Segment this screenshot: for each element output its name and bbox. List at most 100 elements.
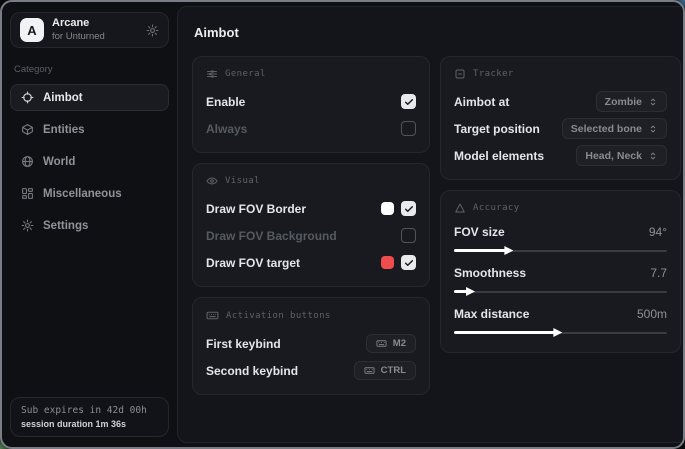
slider-row: Smoothness 7.7 xyxy=(454,266,667,296)
enable-checkbox[interactable] xyxy=(401,94,416,109)
slider-track xyxy=(454,291,667,293)
setting-label: Smoothness xyxy=(454,266,526,280)
section-title: Visual xyxy=(225,176,260,186)
activation-buttons-card: Activation buttons First keybind M2 xyxy=(192,297,430,395)
setting-row: Always xyxy=(206,118,416,139)
setting-label: Second keybind xyxy=(206,364,298,378)
setting-label: Enable xyxy=(206,95,245,109)
sub-expiry-text: Sub expires in 42d 00h xyxy=(21,405,158,416)
slider-handle[interactable] xyxy=(553,328,562,337)
sliders-icon xyxy=(206,68,218,80)
accuracy-card: Accuracy FOV size 94° xyxy=(440,190,681,353)
sidebar-item-settings[interactable]: Settings xyxy=(10,212,169,239)
section-title: Tracker xyxy=(473,69,514,79)
select-value: Selected bone xyxy=(571,123,642,135)
app-header-card: A Arcane for Unturned xyxy=(10,12,169,48)
section-title: Accuracy xyxy=(473,203,520,213)
unfold-icon xyxy=(648,151,658,161)
setting-row: Aimbot at Zombie xyxy=(454,91,667,112)
sidebar-item-world[interactable]: World xyxy=(10,148,169,175)
crosshair-icon xyxy=(21,91,34,104)
slider-fill xyxy=(454,290,471,293)
app-subtitle: for Unturned xyxy=(52,31,105,42)
right-column: Tracker Aimbot at Zombie xyxy=(440,56,681,405)
sidebar-item-aimbot[interactable]: Aimbot xyxy=(10,84,169,111)
unfold-icon xyxy=(648,97,658,107)
grid-icon xyxy=(21,187,34,200)
smoothness-slider[interactable] xyxy=(454,287,667,296)
subscription-status-card: Sub expires in 42d 00h session duration … xyxy=(10,397,169,437)
app-title-block: Arcane for Unturned xyxy=(52,17,105,42)
keybind-value: CTRL xyxy=(381,365,406,376)
unfold-icon xyxy=(648,124,658,134)
draw-fov-target-checkbox[interactable] xyxy=(401,255,416,270)
keyboard-icon xyxy=(206,309,219,322)
sidebar-item-label: Aimbot xyxy=(43,92,83,104)
slider-handle[interactable] xyxy=(466,287,475,296)
fov-border-color-swatch[interactable] xyxy=(381,202,394,215)
sidebar: A Arcane for Unturned Category Aimbot xyxy=(2,2,177,447)
target-position-select[interactable]: Selected bone xyxy=(562,118,667,139)
keyboard-icon xyxy=(376,338,387,349)
second-keybind-button[interactable]: CTRL xyxy=(354,361,416,380)
setting-label: Draw FOV Border xyxy=(206,202,306,216)
category-label: Category xyxy=(14,64,165,75)
page-title: Aimbot xyxy=(194,25,681,40)
max-distance-slider[interactable] xyxy=(454,328,667,337)
setting-row: Enable xyxy=(206,91,416,112)
setting-label: Target position xyxy=(454,122,540,136)
section-title: Activation buttons xyxy=(226,311,331,321)
fov-target-color-swatch[interactable] xyxy=(381,256,394,269)
fov-size-slider[interactable] xyxy=(454,246,667,255)
sidebar-item-label: Settings xyxy=(43,220,88,232)
app-window: A Arcane for Unturned Category Aimbot xyxy=(0,0,685,449)
keyboard-icon xyxy=(364,365,375,376)
main-area: Aimbot General xyxy=(177,2,685,447)
draw-fov-border-checkbox[interactable] xyxy=(401,201,416,216)
tracker-card: Tracker Aimbot at Zombie xyxy=(440,56,681,180)
model-elements-select[interactable]: Head, Neck xyxy=(576,145,667,166)
setting-row: Draw FOV target xyxy=(206,252,416,273)
sidebar-item-entities[interactable]: Entities xyxy=(10,116,169,143)
draw-fov-background-checkbox[interactable] xyxy=(401,228,416,243)
tracker-icon xyxy=(454,68,466,80)
setting-label: Draw FOV Background xyxy=(206,229,337,243)
first-keybind-button[interactable]: M2 xyxy=(366,334,416,353)
slider-row: Max distance 500m xyxy=(454,307,667,337)
sidebar-item-label: Entities xyxy=(43,124,85,136)
left-column: General Enable Always xyxy=(192,56,430,405)
sidebar-item-label: World xyxy=(43,156,75,168)
setting-row: Target position Selected bone xyxy=(454,118,667,139)
app-logo: A xyxy=(20,18,44,42)
gear-icon xyxy=(21,219,34,232)
setting-label: Always xyxy=(206,122,247,136)
general-card: General Enable Always xyxy=(192,56,430,153)
session-duration-text: session duration 1m 36s xyxy=(21,419,158,429)
globe-icon xyxy=(21,155,34,168)
setting-label: Aimbot at xyxy=(454,95,509,109)
slider-row: FOV size 94° xyxy=(454,225,667,255)
setting-row: Draw FOV Background xyxy=(206,225,416,246)
slider-fill xyxy=(454,249,509,252)
sidebar-item-miscellaneous[interactable]: Miscellaneous xyxy=(10,180,169,207)
select-value: Zombie xyxy=(605,96,642,108)
setting-label: Draw FOV target xyxy=(206,256,300,270)
eye-icon xyxy=(206,175,218,187)
slider-handle[interactable] xyxy=(504,246,513,255)
always-checkbox[interactable] xyxy=(401,121,416,136)
keybind-value: M2 xyxy=(393,338,406,349)
gear-icon[interactable] xyxy=(146,24,159,37)
aimbot-at-select[interactable]: Zombie xyxy=(596,91,667,112)
max-distance-value: 500m xyxy=(637,307,667,321)
setting-label: Max distance xyxy=(454,307,529,321)
select-value: Head, Neck xyxy=(585,150,642,162)
setting-row: First keybind M2 xyxy=(206,333,416,354)
slider-fill xyxy=(454,331,558,334)
sidebar-item-label: Miscellaneous xyxy=(43,188,122,200)
setting-row: Draw FOV Border xyxy=(206,198,416,219)
main-panel: Aimbot General xyxy=(177,6,685,443)
setting-row: Second keybind CTRL xyxy=(206,360,416,381)
smoothness-value: 7.7 xyxy=(650,266,667,280)
triangle-icon xyxy=(454,202,466,214)
app-name: Arcane xyxy=(52,17,105,31)
